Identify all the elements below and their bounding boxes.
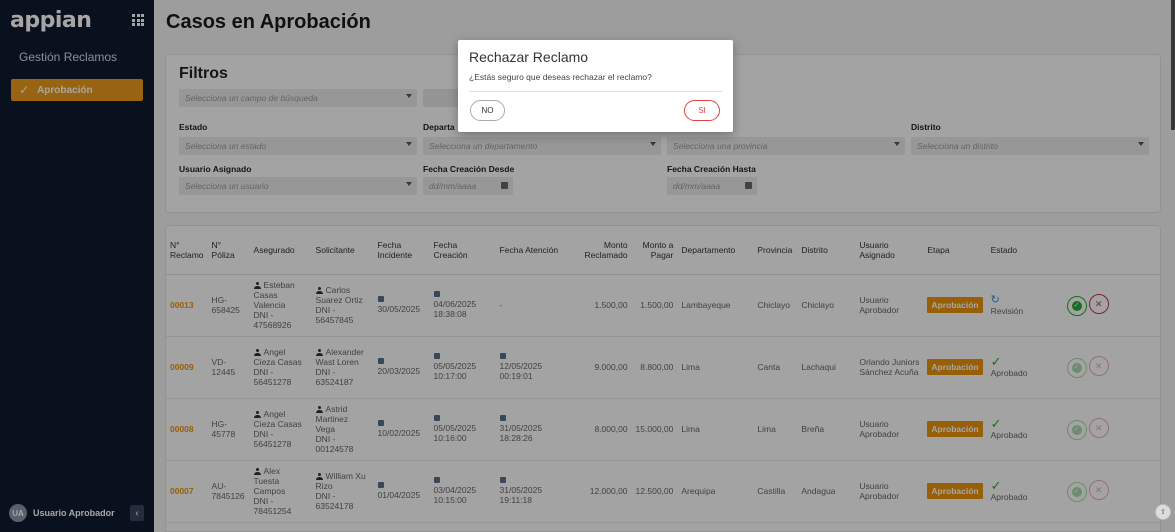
dialog-title: Rechazar Reclamo [469, 49, 589, 65]
reject-confirm-dialog: Rechazar Reclamo ¿Estás seguro que desea… [458, 40, 733, 132]
dialog-message: ¿Estás seguro que deseas rechazar el rec… [469, 72, 652, 82]
dialog-divider [469, 91, 722, 92]
si-button[interactable]: SI [684, 100, 720, 121]
scroll-up-icon[interactable]: ⇧ [1155, 504, 1171, 520]
no-button[interactable]: NO [470, 100, 505, 121]
